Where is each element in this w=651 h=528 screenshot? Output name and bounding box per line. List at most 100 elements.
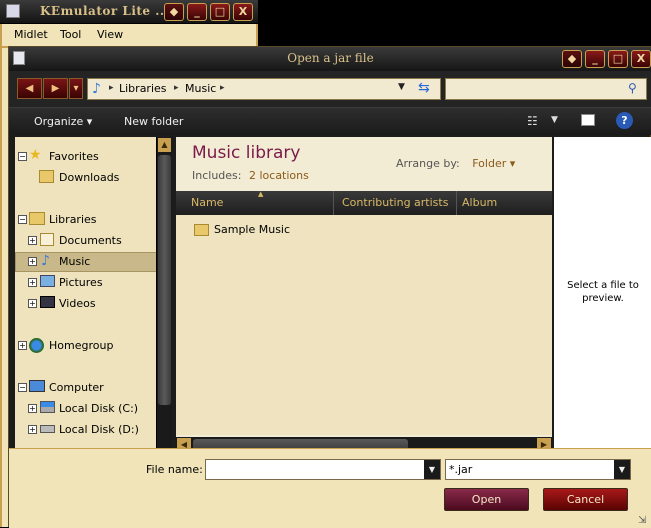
navigation-scrollbar[interactable]: ▲ [156,137,172,448]
column-header-name[interactable]: Name [186,191,334,215]
menu-view[interactable]: View [97,28,123,41]
star-icon: ★ [29,147,42,163]
file-type-value: *.jar [449,463,473,476]
navigation-pane: − ★ Favorites Downloads − Libraries + Do… [15,137,165,448]
maximize-button[interactable]: □ [210,3,230,21]
file-type-dropdown-icon[interactable]: ▼ [614,460,630,479]
refresh-icon[interactable]: ⇆ [418,80,430,96]
back-button[interactable]: ◀ [17,78,42,99]
address-row: ◀ ▶ ▾ ♪ ▸ Libraries ▸ Music ▸ ▼ ⇆ ⚲ [9,71,651,107]
homegroup-icon [29,338,44,353]
nav-pictures-label: Pictures [59,276,103,289]
nav-computer-label: Computer [49,381,104,394]
library-title: Music library [192,143,301,163]
nav-music[interactable]: + ♪ Music [15,252,164,272]
includes-label: Includes: [192,169,242,182]
breadcrumb-separator-icon: ▸ [109,83,114,93]
nav-local-disk-c[interactable]: + Local Disk (C:) [15,399,155,419]
computer-icon [29,380,45,392]
background-window-titlebar[interactable]: KEmulator Lite ... ◆ _ □ X [0,0,258,24]
expand-icon[interactable]: + [28,299,37,308]
preview-pane-icon[interactable] [581,114,595,126]
dialog-minimize-button[interactable]: _ [585,50,605,68]
dialog-title: Open a jar file [287,51,374,65]
nav-music-label: Music [59,255,91,268]
collapse-icon[interactable]: − [18,152,27,161]
nav-local-disk-d[interactable]: + Local Disk (D:) [15,420,155,440]
music-icon: ♪ [41,253,50,269]
forward-button[interactable]: ▶ [43,78,68,99]
expand-icon[interactable]: + [28,404,37,413]
dialog-maximize-button[interactable]: □ [608,50,628,68]
expand-icon[interactable]: + [28,278,37,287]
close-button[interactable]: X [233,3,253,21]
background-window-menubar: Midlet Tool View [0,24,258,48]
help-icon[interactable]: ? [616,112,633,129]
organize-button[interactable]: Organize ▾ [34,115,92,128]
scrollbar-thumb[interactable] [158,155,171,405]
libraries-icon [29,212,45,225]
menu-tool[interactable]: Tool [60,28,81,41]
nav-pictures[interactable]: + Pictures [15,273,155,293]
collapse-icon[interactable]: − [18,383,27,392]
nav-homegroup-label: Homegroup [49,339,114,352]
system-drive-icon [40,401,55,413]
view-options-icon[interactable]: ☷ [527,114,538,128]
address-bar[interactable]: ♪ ▸ Libraries ▸ Music ▸ ▼ ⇆ [87,78,441,100]
list-item[interactable]: Sample Music [194,222,344,240]
dialog-footer: File name: ▼ *.jar ▼ Open Cancel ⇲ [9,448,651,528]
nav-documents-label: Documents [59,234,122,247]
breadcrumb-separator-icon: ▸ [174,83,179,93]
breadcrumb-music[interactable]: Music [185,82,216,95]
collapse-icon[interactable]: − [18,215,27,224]
window-menu-button[interactable]: ◆ [164,3,184,21]
search-icon: ⚲ [628,81,637,95]
expand-icon[interactable]: + [18,341,27,350]
folder-icon [194,224,209,236]
new-folder-button[interactable]: New folder [124,115,183,128]
minimize-button[interactable]: _ [187,3,207,21]
address-history-dropdown-icon[interactable]: ▼ [398,82,405,92]
menu-midlet[interactable]: Midlet [14,28,48,41]
expand-icon[interactable]: + [28,257,37,266]
nav-videos[interactable]: + Videos [15,294,155,314]
app-icon [6,4,20,18]
cancel-button[interactable]: Cancel [543,488,628,511]
dialog-titlebar[interactable]: Open a jar file ◆ _ □ X [9,47,651,71]
file-name-dropdown-icon[interactable]: ▼ [424,460,440,479]
column-header-album[interactable]: Album [457,191,552,215]
preview-pane: Select a file to preview. [554,137,651,448]
background-window-title: KEmulator Lite ... [40,4,170,18]
drive-icon [40,425,55,433]
search-input[interactable]: ⚲ [445,78,647,100]
arrange-by-dropdown[interactable]: Folder ▾ [472,157,515,170]
file-type-select[interactable]: *.jar ▼ [445,459,631,480]
column-header-contributing-artists[interactable]: Contributing artists [337,191,457,215]
file-list-area: Music library Includes: 2 locations Arra… [176,137,552,448]
nav-documents[interactable]: + Documents [15,231,155,251]
nav-downloads[interactable]: Downloads [15,168,155,188]
breadcrumb-separator-icon: ▸ [220,83,225,93]
locations-link[interactable]: 2 locations [249,169,309,182]
nav-homegroup[interactable]: + Homegroup [15,336,155,356]
dialog-menu-button[interactable]: ◆ [562,50,582,68]
resize-grip-icon[interactable]: ⇲ [638,515,646,526]
expand-icon[interactable]: + [28,425,37,434]
preview-message: Select a file to preview. [567,280,639,304]
nav-libraries-label: Libraries [49,213,97,226]
nav-computer[interactable]: − Computer [15,378,155,398]
view-dropdown-icon[interactable]: ▼ [551,115,558,125]
recent-pages-dropdown[interactable]: ▾ [69,78,83,99]
open-button[interactable]: Open [444,488,529,511]
breadcrumb-libraries[interactable]: Libraries [119,82,167,95]
music-note-icon: ♪ [92,81,101,97]
scroll-up-icon[interactable]: ▲ [158,138,171,152]
dialog-close-button[interactable]: X [631,50,651,68]
file-name-input[interactable]: ▼ [205,459,441,480]
nav-local-disk-c-label: Local Disk (C:) [59,402,139,415]
arrange-by-label: Arrange by: [396,157,460,170]
nav-favorites[interactable]: − ★ Favorites [15,147,155,167]
expand-icon[interactable]: + [28,236,37,245]
nav-favorites-label: Favorites [49,150,99,163]
nav-libraries[interactable]: − Libraries [15,210,155,230]
